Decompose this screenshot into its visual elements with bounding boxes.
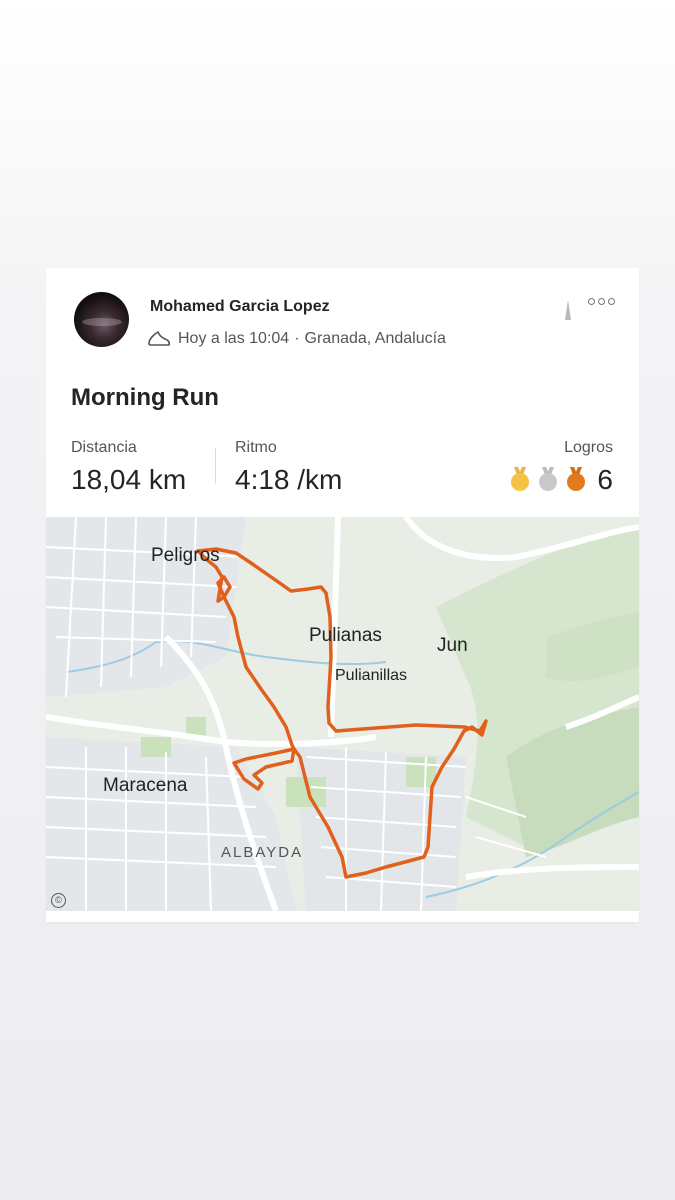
- medal-icon: [567, 467, 585, 491]
- map-label-pulianas: Pulianas: [309, 625, 382, 646]
- meta-separator: ·: [294, 330, 300, 347]
- distance-label: Distancia: [71, 439, 137, 456]
- user-name[interactable]: Mohamed Garcia Lopez: [150, 298, 330, 316]
- distance-value: 18,04 km: [71, 464, 187, 495]
- map-label-pulianillas: Pulianillas: [335, 667, 408, 684]
- more-options-icon[interactable]: [588, 298, 615, 305]
- map-label-albayda: ALBAYDA: [221, 844, 304, 861]
- activity-card[interactable]: Mohamed Garcia Lopez Hoy a las 10:04 · G…: [46, 268, 639, 922]
- map-attribution[interactable]: ©: [51, 893, 66, 908]
- activity-location: Granada, Andalucía: [304, 330, 446, 347]
- map-label-peligros: Peligros: [151, 545, 220, 566]
- shoe-icon: [148, 331, 171, 346]
- route-map[interactable]: Peligros Pulianas Pulianillas Jun Marace…: [46, 517, 639, 911]
- activity-meta: Hoy a las 10:04 · Granada, Andalucía: [146, 329, 446, 349]
- medal-icon: [539, 467, 557, 491]
- medal-icon: [511, 467, 529, 491]
- spike-icon: [565, 300, 571, 320]
- activity-timestamp: Hoy a las 10:04: [178, 330, 290, 347]
- activity-title[interactable]: Morning Run: [71, 384, 219, 412]
- map-label-maracena: Maracena: [103, 775, 188, 796]
- avatar[interactable]: [74, 292, 129, 347]
- medals: [511, 467, 585, 491]
- achievements-label: Logros: [564, 439, 613, 456]
- pace-value: 4:18 /km: [235, 464, 343, 495]
- achievements-count: 6: [597, 464, 613, 495]
- map-canvas: [46, 517, 639, 911]
- stat-divider: [215, 448, 216, 484]
- map-label-jun: Jun: [437, 635, 468, 656]
- pace-label: Ritmo: [235, 439, 277, 456]
